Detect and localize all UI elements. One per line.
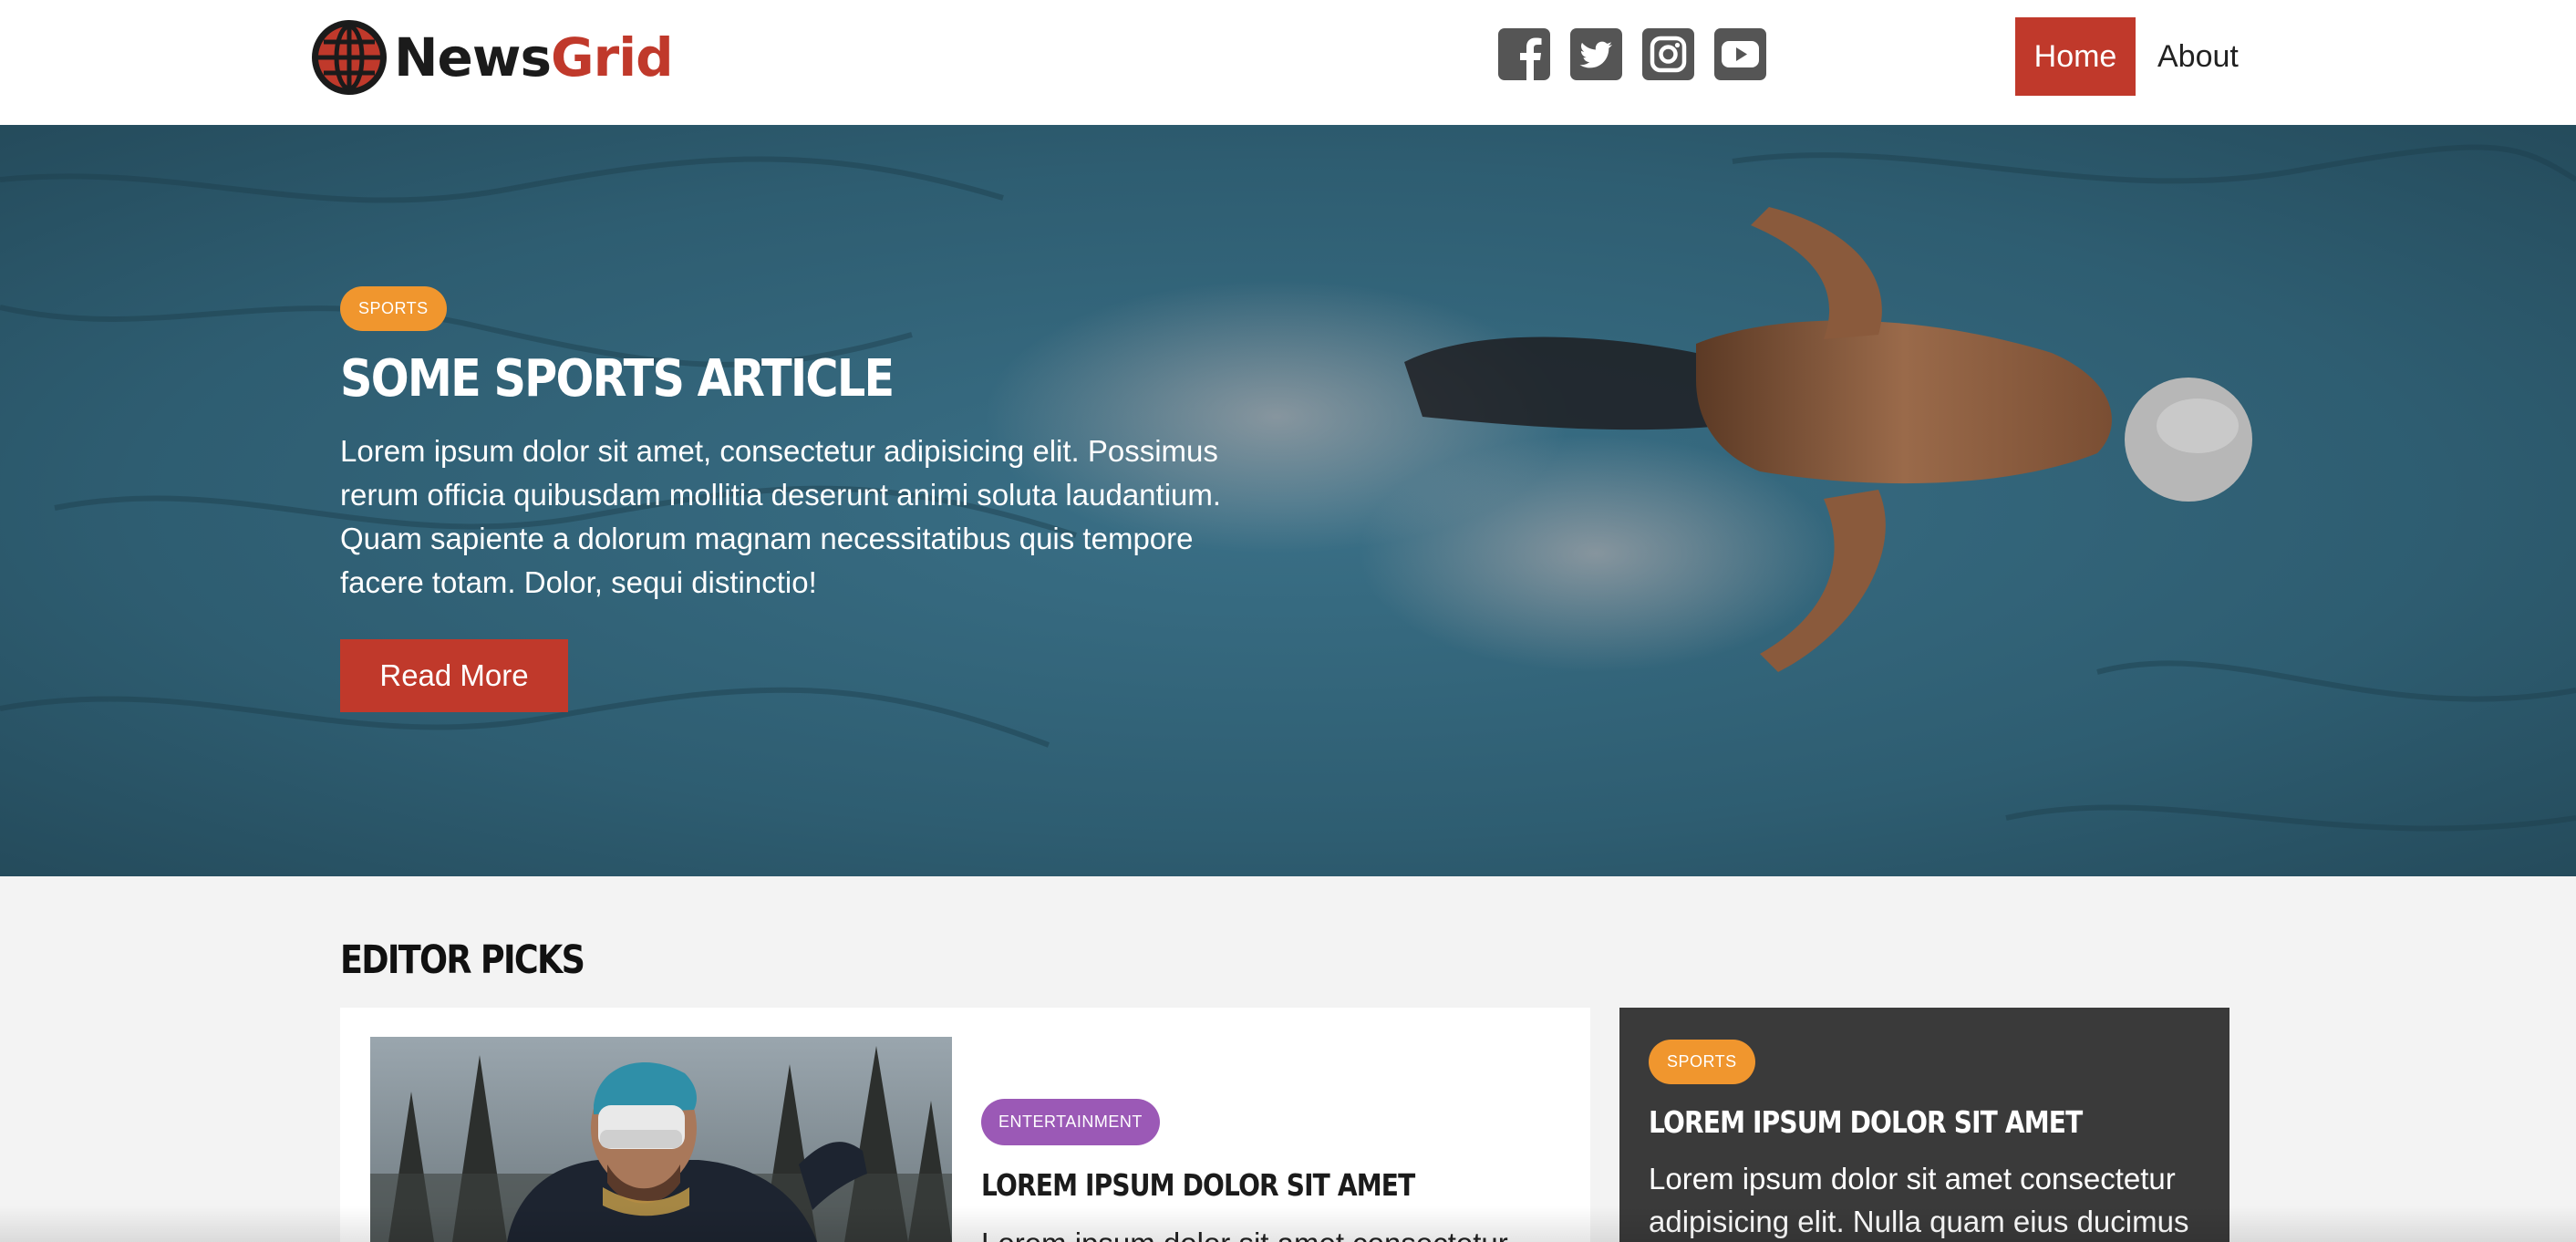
- editor-pick-card[interactable]: ENTERTAINMENT LOREM IPSUM DOLOR SIT AMET…: [340, 1008, 1590, 1242]
- editor-pick-title[interactable]: LOREM IPSUM DOLOR SIT AMET: [981, 1165, 1477, 1206]
- site-header: NewsGrid Home About: [0, 0, 2576, 125]
- entertainment-category-badge[interactable]: ENTERTAINMENT: [981, 1099, 1160, 1145]
- hero-title: SOME SPORTS ARTICLE: [340, 349, 895, 409]
- social-links: [1498, 28, 1766, 80]
- side-pick-category-badge[interactable]: SPORTS: [1649, 1040, 1755, 1084]
- globe-icon: [312, 20, 387, 95]
- side-pick-text: Lorem ipsum dolor sit amet consectetur a…: [1649, 1162, 2189, 1238]
- hero-section: SPORTS SOME SPORTS ARTICLE Lorem ipsum d…: [0, 125, 2576, 876]
- editor-pick-body: ENTERTAINMENT LOREM IPSUM DOLOR SIT AMET…: [981, 1099, 1565, 1242]
- instagram-icon: [1642, 28, 1694, 80]
- hero-category-badge[interactable]: SPORTS: [340, 286, 447, 331]
- editor-picks-heading: EDITOR PICKS: [340, 937, 585, 983]
- logo-wordmark: NewsGrid: [394, 31, 674, 84]
- vr-headset-photo: [370, 1037, 952, 1242]
- twitter-icon: [1570, 28, 1622, 80]
- editor-pick-text: Lorem ipsum dolor sit amet consectetur: [981, 1222, 1565, 1242]
- side-pick-body: SPORTS LOREM IPSUM DOLOR SIT AMET Lorem …: [1649, 1040, 2205, 1242]
- twitter-link[interactable]: [1570, 28, 1622, 80]
- side-pick-title[interactable]: LOREM IPSUM DOLOR SIT AMET: [1649, 1102, 2122, 1143]
- facebook-icon: [1498, 28, 1550, 80]
- read-more-button[interactable]: Read More: [340, 639, 568, 712]
- hero-content: SPORTS SOME SPORTS ARTICLE Lorem ipsum d…: [340, 286, 1279, 712]
- main-nav: Home About: [2015, 17, 2239, 96]
- logo-text-news: News: [394, 26, 552, 88]
- youtube-link[interactable]: [1714, 28, 1766, 80]
- instagram-link[interactable]: [1642, 28, 1694, 80]
- site-logo[interactable]: NewsGrid: [310, 18, 674, 97]
- hero-text: Lorem ipsum dolor sit amet, consectetur …: [340, 434, 1222, 599]
- nav-home-link[interactable]: Home: [2015, 17, 2136, 96]
- youtube-icon: [1714, 28, 1766, 80]
- facebook-link[interactable]: [1498, 28, 1550, 80]
- article-thumbnail: [370, 1037, 952, 1242]
- logo-text-grid: Grid: [550, 26, 674, 88]
- nav-about-link[interactable]: About: [2157, 39, 2239, 75]
- side-pick-card[interactable]: SPORTS LOREM IPSUM DOLOR SIT AMET Lorem …: [1619, 1008, 2229, 1242]
